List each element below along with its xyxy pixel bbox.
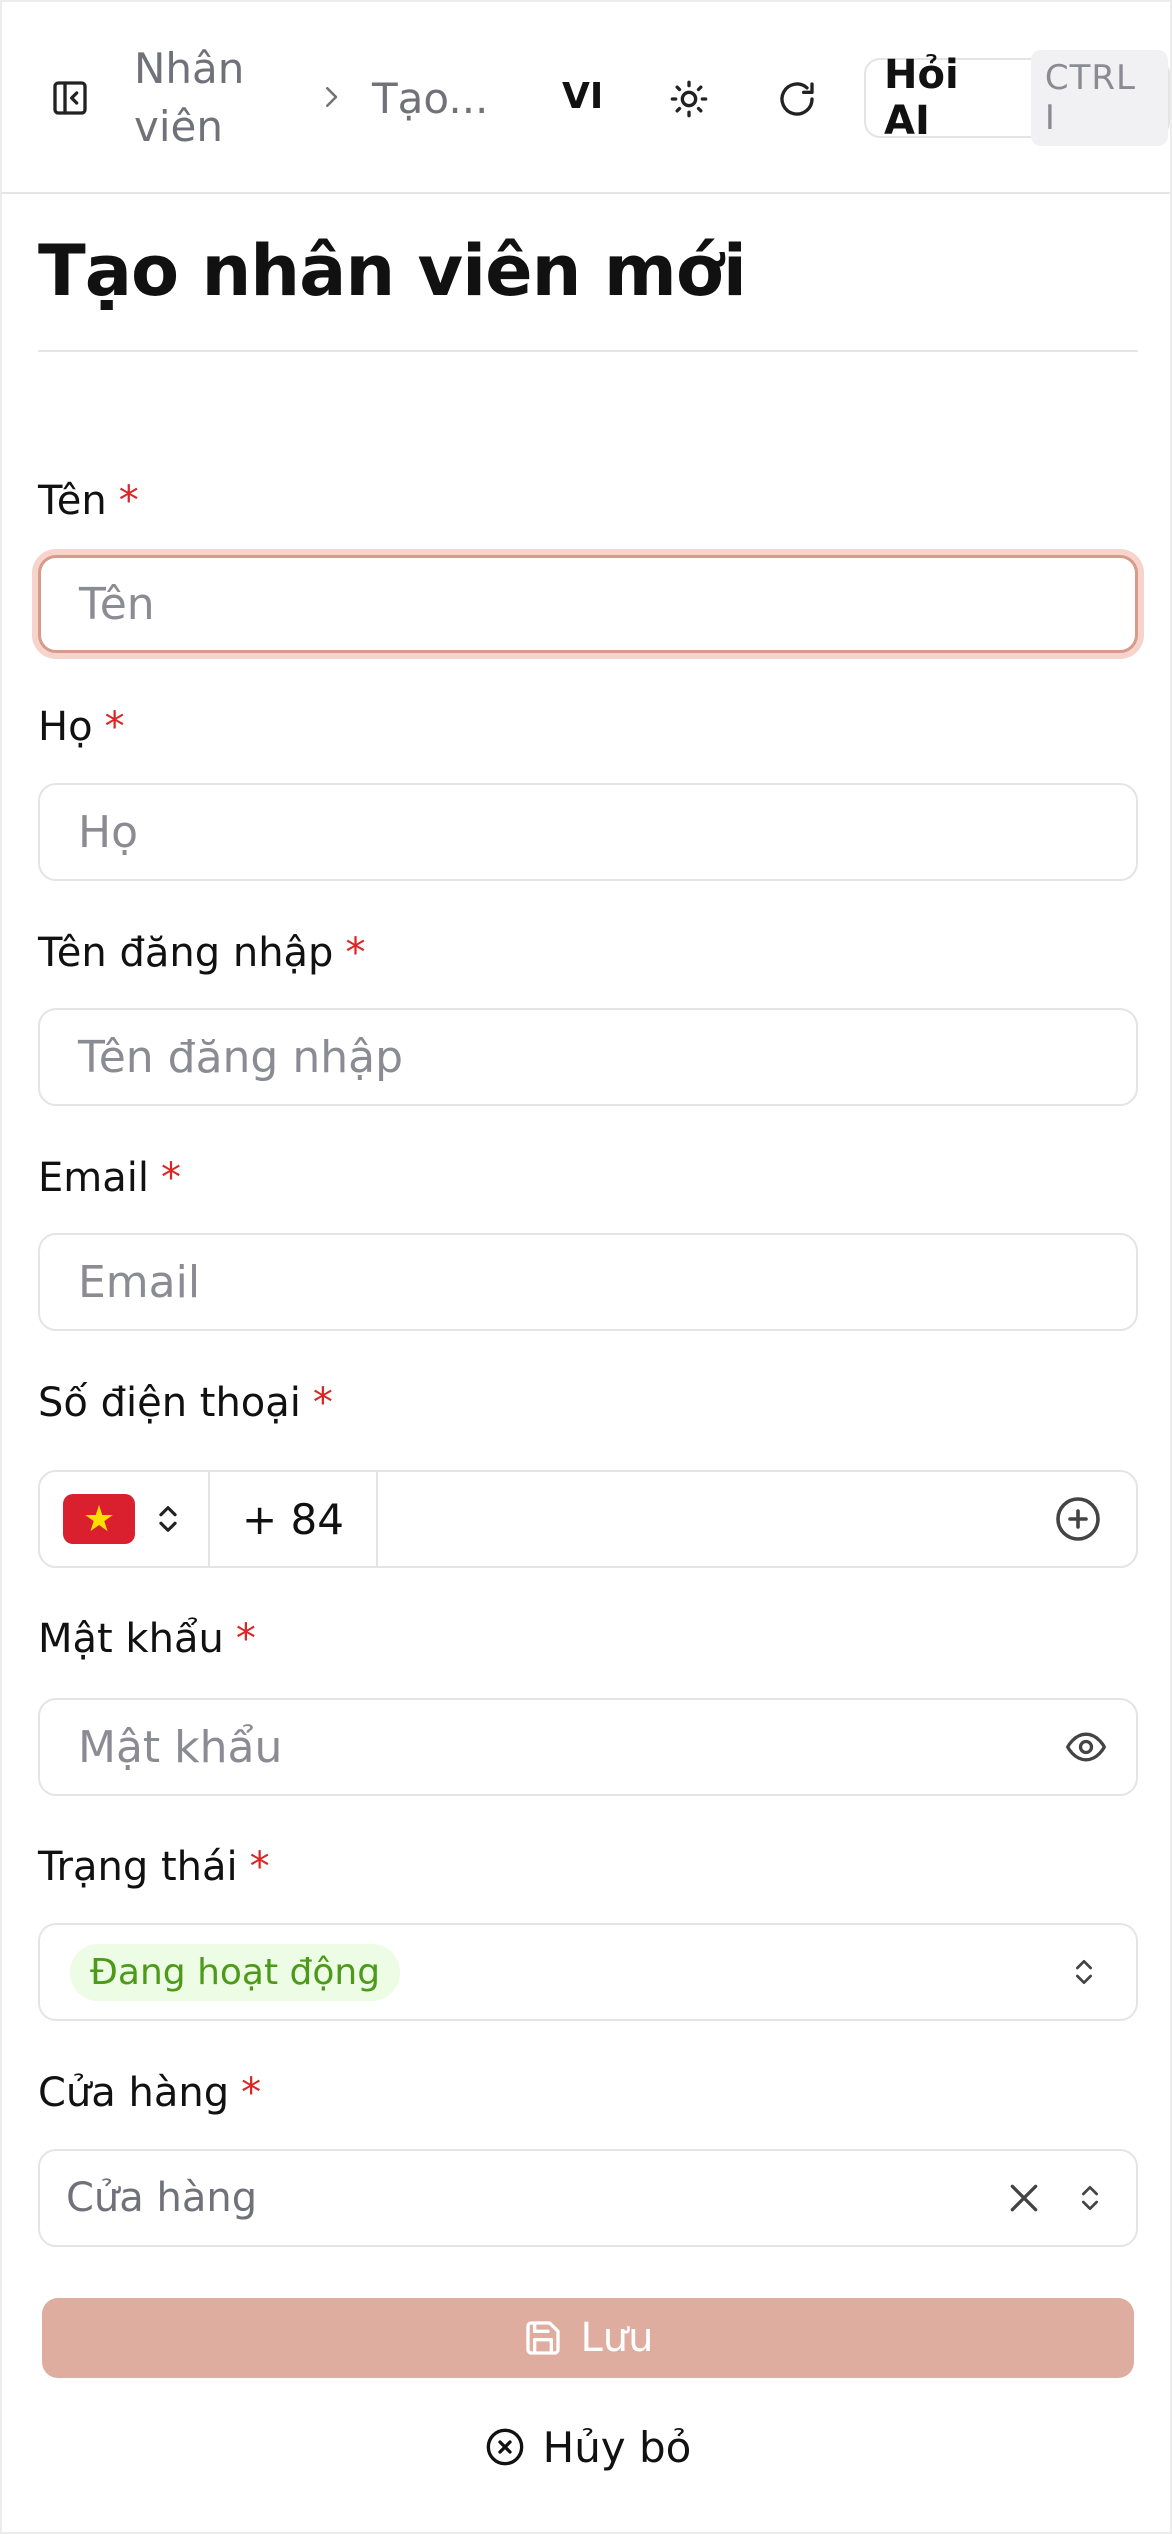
ask-ai-shortcut: CTRL I	[1030, 50, 1168, 146]
vietnam-flag-icon: ★	[63, 1494, 135, 1544]
first-name-input[interactable]: Tên	[38, 555, 1138, 653]
page-title: Tạo nhân viên mới	[38, 230, 747, 312]
email-label: Email *	[38, 1155, 181, 1201]
label-text: Tên	[38, 478, 107, 524]
chevron-right-icon	[326, 87, 338, 107]
phone-number-input[interactable]	[378, 1472, 1038, 1566]
ask-ai-label: Hỏi AI	[884, 52, 959, 144]
language-switch[interactable]: VI	[562, 76, 603, 117]
chevrons-up-down-icon	[1082, 2186, 1098, 2210]
required-marker: *	[249, 1844, 270, 1890]
save-icon	[525, 2321, 560, 2355]
flag-star: ★	[82, 1498, 116, 1540]
sun-icon	[670, 80, 708, 118]
ask-ai-button[interactable]: Hỏi AI CTRL I	[864, 50, 1170, 146]
phone-label: Số điện thoại *	[38, 1380, 333, 1426]
required-marker: *	[104, 704, 125, 750]
status-label: Trạng thái *	[38, 1844, 270, 1890]
label-text: Mật khẩu	[38, 1616, 224, 1662]
sidebar-toggle-button[interactable]	[42, 70, 98, 126]
password-label: Mật khẩu *	[38, 1616, 256, 1662]
chevrons-up-down-icon	[159, 1506, 177, 1532]
country-select[interactable]: ★	[40, 1472, 210, 1566]
username-placeholder: Tên đăng nhập	[78, 1031, 403, 1083]
last-name-label: Họ *	[38, 704, 125, 750]
label-text: Cửa hàng	[38, 2070, 230, 2116]
last-name-input[interactable]: Họ	[38, 783, 1138, 881]
required-marker: *	[235, 1616, 256, 1662]
refresh-button[interactable]	[770, 72, 824, 126]
email-input[interactable]: Email	[38, 1233, 1138, 1331]
eye-icon[interactable]	[1064, 1725, 1108, 1769]
breadcrumb-employees[interactable]: Nhân viên	[134, 40, 244, 156]
store-select[interactable]: Cửa hàng	[38, 2149, 1138, 2247]
top-bar: Nhân viên Tạo... VI Hỏi AI CTRL I	[2, 2, 1170, 194]
required-marker: *	[160, 1155, 181, 1201]
store-placeholder: Cửa hàng	[66, 2175, 258, 2221]
required-marker: *	[345, 930, 366, 976]
first-name-placeholder: Tên	[79, 578, 155, 630]
store-label: Cửa hàng *	[38, 2070, 261, 2116]
x-circle-icon	[486, 2428, 523, 2466]
title-divider	[38, 350, 1138, 352]
label-text: Trạng thái	[38, 1844, 238, 1890]
label-text: Họ	[38, 704, 93, 750]
username-input[interactable]: Tên đăng nhập	[38, 1008, 1138, 1106]
status-badge: Đang hoạt động	[70, 1943, 401, 2001]
required-marker: *	[241, 2070, 262, 2116]
label-text: Tên đăng nhập	[38, 930, 334, 976]
label-text: Số điện thoại	[38, 1380, 301, 1426]
panel-left-icon	[53, 81, 87, 115]
cancel-button[interactable]: Hủy bỏ	[2, 2412, 1172, 2482]
add-phone-button[interactable]	[1038, 1472, 1118, 1566]
password-input[interactable]: Mật khẩu	[38, 1698, 1138, 1796]
breadcrumb-line: viên	[134, 102, 223, 151]
first-name-label: Tên *	[38, 478, 139, 524]
phone-field: ★ + 84	[38, 1470, 1138, 1568]
breadcrumb-current: Tạo...	[372, 74, 489, 123]
close-icon[interactable]	[1004, 2178, 1044, 2218]
username-label: Tên đăng nhập *	[38, 930, 365, 976]
theme-toggle-button[interactable]	[662, 72, 716, 126]
refresh-icon	[780, 82, 814, 116]
save-button[interactable]: Lưu	[42, 2298, 1134, 2378]
cancel-label: Hủy bỏ	[542, 2422, 692, 2472]
label-text: Email	[38, 1155, 149, 1201]
last-name-placeholder: Họ	[78, 806, 139, 858]
dial-code: + 84	[210, 1472, 378, 1566]
breadcrumb-line: Nhân	[134, 44, 245, 93]
save-label: Lưu	[580, 2315, 654, 2361]
plus-circle-icon	[1056, 1497, 1100, 1541]
password-placeholder: Mật khẩu	[78, 1721, 283, 1773]
email-placeholder: Email	[78, 1256, 201, 1308]
required-marker: *	[312, 1380, 333, 1426]
chevrons-up-down-icon	[1076, 1960, 1092, 1984]
required-marker: *	[118, 478, 139, 524]
status-select[interactable]: Đang hoạt động	[38, 1923, 1138, 2021]
